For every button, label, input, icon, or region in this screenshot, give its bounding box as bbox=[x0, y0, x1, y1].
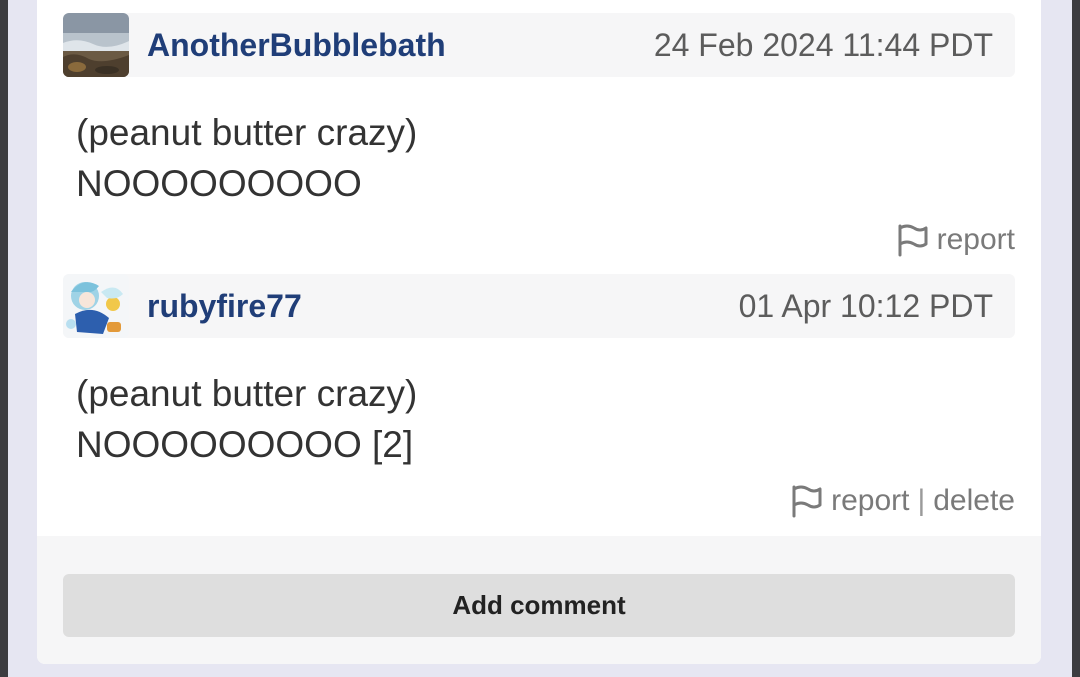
comment-header: AnotherBubblebath 24 Feb 2024 11:44 PDT bbox=[63, 13, 1015, 77]
add-comment-button[interactable]: Add comment bbox=[63, 574, 1015, 637]
avatar-image bbox=[63, 13, 129, 77]
report-link[interactable]: report bbox=[831, 481, 909, 521]
flag-icon[interactable] bbox=[895, 223, 929, 257]
comment-timestamp: 01 Apr 10:12 PDT bbox=[738, 288, 993, 324]
report-link[interactable]: report bbox=[937, 220, 1015, 260]
comment-item: AnotherBubblebath 24 Feb 2024 11:44 PDT … bbox=[63, 13, 1015, 209]
comment-header: rubyfire77 01 Apr 10:12 PDT bbox=[63, 274, 1015, 338]
comments-card: AnotherBubblebath 24 Feb 2024 11:44 PDT … bbox=[37, 0, 1041, 664]
comment-timestamp: 24 Feb 2024 11:44 PDT bbox=[653, 27, 993, 63]
comment-text-line: NOOOOOOOOO [2] bbox=[76, 424, 414, 465]
comment-actions: report bbox=[895, 220, 1015, 260]
comment-text-line: (peanut butter crazy) bbox=[76, 373, 418, 414]
window-edge-left bbox=[0, 0, 8, 677]
comment-actions: report | delete bbox=[789, 481, 1015, 521]
avatar[interactable] bbox=[63, 13, 129, 77]
comment-text-line: (peanut butter crazy) bbox=[76, 112, 418, 153]
avatar[interactable] bbox=[63, 274, 129, 338]
comment-body: (peanut butter crazy) NOOOOOOOOO [2] bbox=[63, 338, 1015, 470]
comment-username[interactable]: AnotherBubblebath bbox=[147, 13, 446, 77]
comment-footer: Add comment bbox=[37, 536, 1041, 664]
comment-text-line: NOOOOOOOOO bbox=[76, 163, 362, 204]
window-edge-right bbox=[1072, 0, 1080, 677]
flag-icon[interactable] bbox=[789, 484, 823, 518]
comment-body: (peanut butter crazy) NOOOOOOOOO bbox=[63, 77, 1015, 209]
delete-link[interactable]: delete bbox=[933, 481, 1015, 521]
action-separator: | bbox=[917, 484, 926, 517]
comment-item: rubyfire77 01 Apr 10:12 PDT (peanut butt… bbox=[63, 274, 1015, 470]
avatar-image bbox=[63, 274, 129, 338]
comment-username[interactable]: rubyfire77 bbox=[147, 274, 302, 338]
